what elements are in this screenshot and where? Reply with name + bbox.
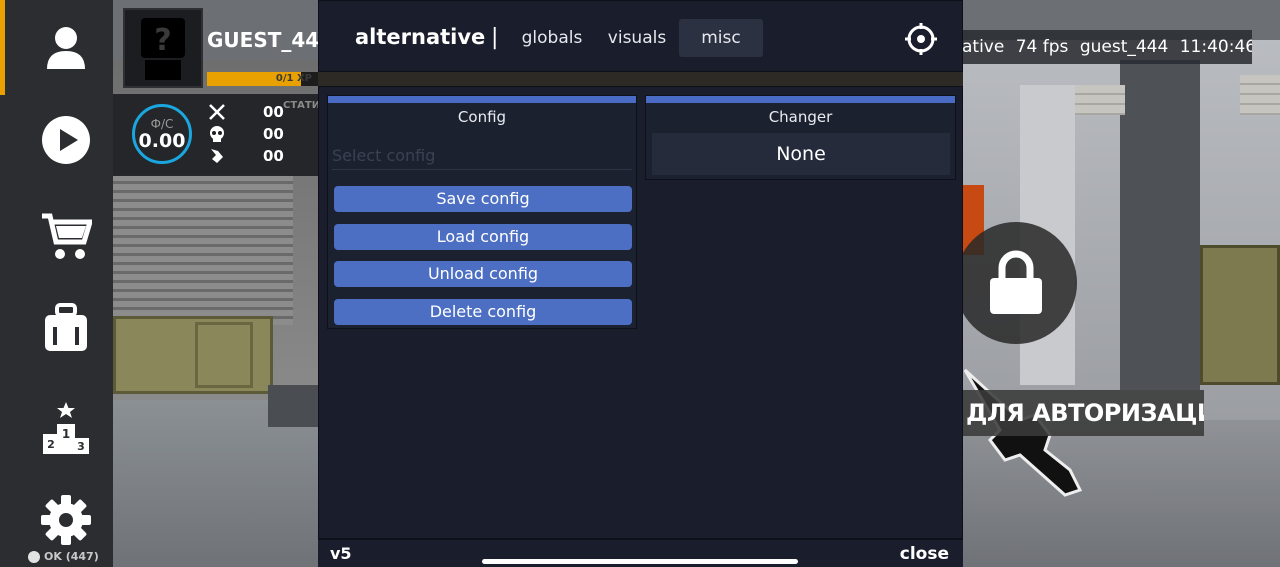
svg-text:?: ?: [154, 23, 171, 58]
gear-icon: [41, 495, 91, 545]
settings-button[interactable]: [30, 484, 102, 556]
fps-counter: 74 fps: [1015, 37, 1069, 57]
kd-value: 0.00: [138, 130, 186, 152]
tab-globals[interactable]: globals: [511, 19, 593, 57]
svg-text:3: 3: [77, 440, 85, 453]
kd-label: Ф/С: [150, 117, 174, 131]
play-icon: [42, 116, 90, 164]
home-indicator[interactable]: [482, 559, 798, 564]
delete-config-button[interactable]: Delete config: [334, 299, 632, 325]
kills-value: 00: [263, 103, 284, 121]
lock-icon: [990, 250, 1042, 314]
xp-bar: 0/1 XP: [207, 72, 318, 86]
stats-tab[interactable]: СТАТИ: [283, 100, 320, 111]
podium-icon: 1 2 3: [43, 402, 89, 454]
load-config-button[interactable]: Load config: [334, 224, 632, 250]
play-button[interactable]: [30, 104, 102, 176]
svg-text:1: 1: [62, 427, 70, 441]
crosshair-icon: [905, 23, 937, 55]
profile-button[interactable]: [30, 12, 102, 84]
bg-step: [268, 385, 318, 427]
unknown-avatar-icon: ?: [141, 18, 185, 80]
changer-panel: Changer None: [645, 95, 956, 180]
locked-overlay[interactable]: [955, 222, 1077, 344]
tab-misc[interactable]: misc: [679, 19, 763, 57]
cheat-menu: alternative | globals visuals misc Confi…: [318, 0, 963, 567]
bg-dark-column: [1120, 60, 1200, 390]
menu-header: alternative | globals visuals misc: [318, 0, 963, 72]
config-title: Config: [457, 108, 507, 126]
info-bar: ative 74 fps guest_444 11:40:46: [962, 30, 1252, 64]
cart-icon: [42, 213, 92, 259]
panel-accent: [328, 96, 636, 103]
version-label: v5: [330, 544, 352, 563]
avatar[interactable]: ?: [123, 8, 203, 88]
assists-row: 00: [207, 146, 297, 166]
tab-visuals[interactable]: visuals: [599, 19, 675, 57]
handshake-icon: [207, 146, 227, 166]
ok-status[interactable]: OK (447): [28, 550, 99, 563]
changer-dropdown[interactable]: None: [652, 133, 950, 175]
bg-crate-panel: [195, 322, 253, 388]
assists-value: 00: [263, 147, 284, 165]
panel-accent: [646, 96, 955, 103]
bg-brick: [1075, 85, 1125, 115]
bg-crate-right: [1200, 245, 1280, 385]
shop-button[interactable]: [30, 200, 102, 272]
user-name: guest_444: [1079, 37, 1169, 57]
skull-icon: [207, 124, 227, 144]
inventory-button[interactable]: [30, 292, 102, 364]
player-name: GUEST_444: [207, 28, 334, 52]
save-config-button[interactable]: Save config: [334, 186, 632, 212]
kills-icon: [207, 102, 227, 122]
menu-settings-button[interactable]: [903, 21, 939, 57]
kd-ratio: Ф/С 0.00: [132, 104, 192, 164]
deaths-row: 00: [207, 124, 297, 144]
bg-brick: [1240, 75, 1280, 115]
deaths-value: 00: [263, 125, 284, 143]
auth-banner: ДЛЯ АВТОРИЗАЦИИ: [962, 390, 1204, 436]
clock: 11:40:46: [1179, 37, 1252, 57]
config-select-input[interactable]: [332, 142, 632, 170]
leaderboard-button[interactable]: 1 2 3: [30, 392, 102, 464]
menu-separator: |: [491, 25, 499, 50]
menu-body: Config Save config Load config Unload co…: [318, 86, 963, 539]
ok-label-text: OK (447): [44, 550, 99, 563]
config-panel: Config Save config Load config Unload co…: [327, 95, 637, 329]
sidebar: 1 2 3 OK (447): [0, 0, 113, 567]
ok-icon: [28, 550, 40, 563]
svg-text:2: 2: [47, 438, 55, 451]
unload-config-button[interactable]: Unload config: [334, 261, 632, 287]
sidebar-accent: [0, 0, 5, 95]
close-button[interactable]: close: [900, 544, 949, 564]
person-icon: [47, 27, 85, 69]
menu-brand: alternative: [355, 25, 486, 49]
backpack-icon: [45, 303, 87, 351]
client-name: ative: [962, 37, 1005, 57]
changer-title: Changer: [768, 108, 833, 126]
xp-text: 0/1 XP: [275, 73, 312, 84]
